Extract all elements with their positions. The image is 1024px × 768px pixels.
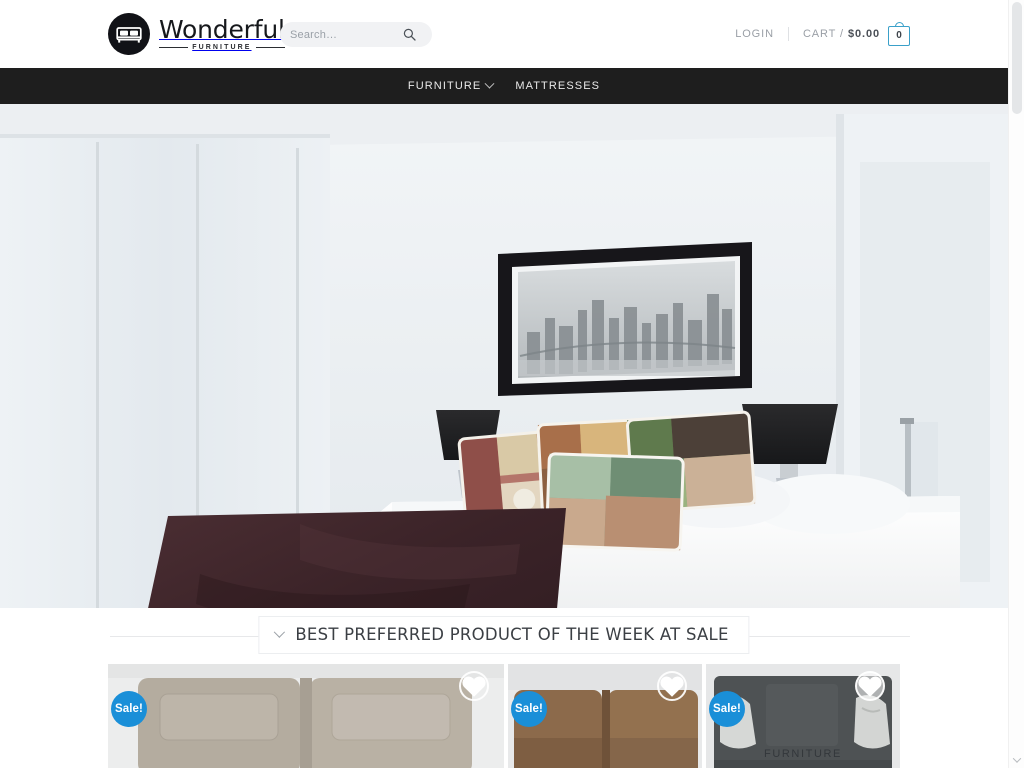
scrollbar-thumb[interactable] — [1012, 2, 1022, 114]
bed-icon — [108, 13, 150, 55]
cart-label: CART / — [802, 28, 844, 40]
brand-subtitle: FURNITURE — [192, 44, 252, 51]
sale-badge: Sale! — [111, 691, 147, 727]
wishlist-heart-icon[interactable] — [459, 671, 489, 701]
site-logo[interactable]: Wonderful FURNITURE — [108, 13, 285, 55]
login-link[interactable]: LOGIN — [721, 28, 788, 40]
search-input[interactable] — [290, 28, 402, 41]
hero-banner[interactable] — [0, 104, 1008, 608]
page-title: BEST PREFERRED PRODUCT OF THE WEEK AT SA… — [295, 625, 729, 644]
page-viewport: Wonderful FURNITURE Search… LOGIN CART /… — [0, 0, 1008, 768]
nav-item-furniture[interactable]: FURNITURE — [407, 78, 495, 92]
chevron-down-icon[interactable] — [273, 626, 286, 638]
product-card-brown-fabric-sofa[interactable]: Sale! — [508, 664, 702, 768]
wishlist-heart-icon[interactable] — [855, 671, 885, 701]
sale-badge: Sale! — [511, 691, 547, 727]
product-card-grey-leather-sofa[interactable]: Sale! — [108, 664, 504, 768]
wishlist-heart-icon[interactable] — [657, 671, 687, 701]
nav-item-furniture-label: FURNITURE — [407, 80, 482, 92]
section-title-box[interactable]: BEST PREFERRED PRODUCT OF THE WEEK AT SA… — [258, 616, 750, 654]
section-header: BEST PREFERRED PRODUCT OF THE WEEK AT SA… — [0, 608, 1008, 664]
header-actions: LOGIN CART / $0.00 0 — [721, 22, 910, 46]
cart-link[interactable]: CART / $0.00 — [789, 28, 888, 40]
brand-rule-right — [255, 47, 285, 48]
cart-amount: $0.00 — [847, 28, 880, 40]
search-box[interactable] — [280, 22, 432, 47]
product-card-caption: FURNITURE — [764, 748, 842, 760]
product-grid: Sale! Sale! Sale! FURNITURE — [0, 664, 1008, 768]
page-root: Wonderful FURNITURE Search… LOGIN CART /… — [0, 0, 1024, 768]
brand-subtitle-row: FURNITURE — [159, 44, 285, 51]
brand-name: Wonderful — [159, 15, 285, 44]
search-icon[interactable] — [402, 28, 416, 42]
cart-count: 0 — [896, 30, 902, 41]
scroll-down-arrow-icon[interactable] — [1009, 752, 1024, 768]
site-header: Wonderful FURNITURE Search… LOGIN CART /… — [0, 0, 1008, 68]
brand-text-block: Wonderful FURNITURE — [159, 17, 285, 51]
brand-rule-left — [159, 47, 189, 48]
sale-badge: Sale! — [709, 691, 745, 727]
nav-item-mattresses-label: MATTRESSES — [515, 80, 601, 92]
main-navigation: FURNITURE MATTRESSES — [0, 68, 1008, 104]
product-card-charcoal-sofa[interactable]: Sale! FURNITURE — [706, 664, 900, 768]
nav-item-mattresses[interactable]: MATTRESSES — [515, 80, 600, 92]
chevron-down-icon — [484, 78, 495, 89]
vertical-scrollbar[interactable] — [1008, 0, 1024, 768]
shopping-bag-icon[interactable]: 0 — [888, 22, 910, 46]
